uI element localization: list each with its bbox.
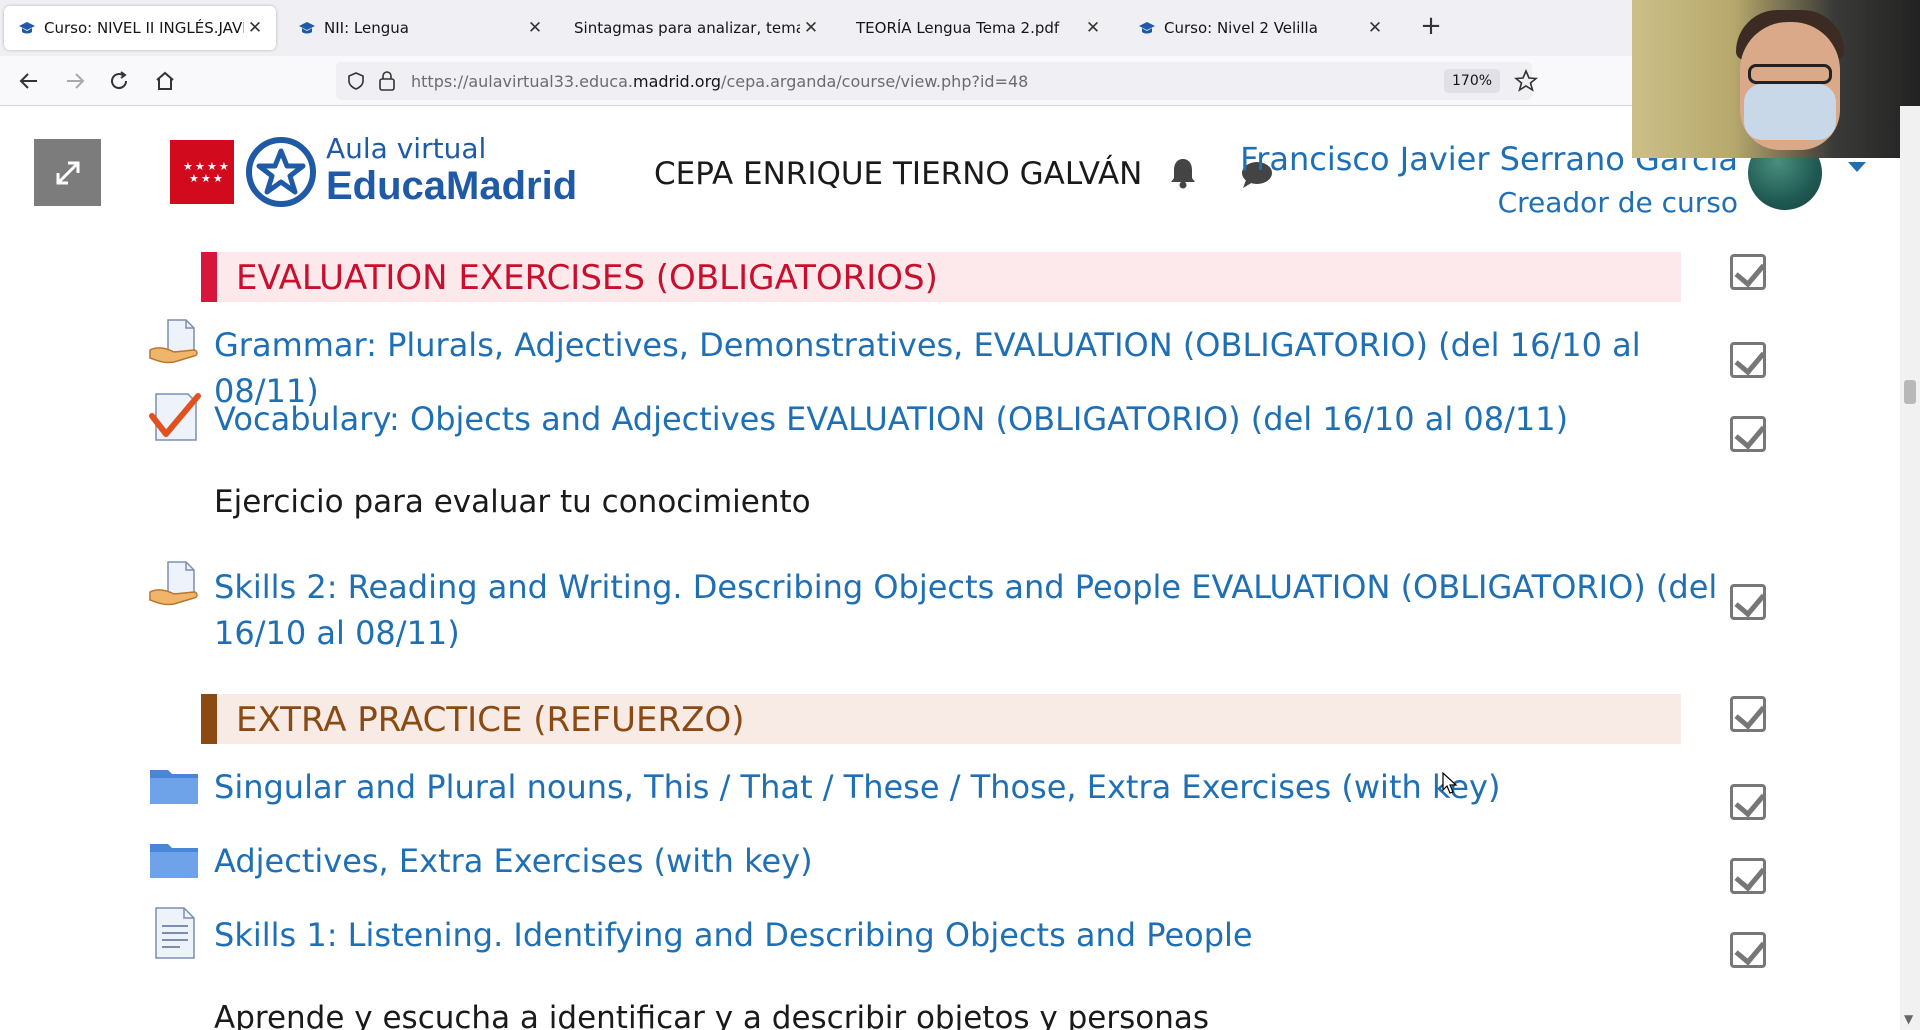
completion-checkbox[interactable]	[1730, 254, 1766, 290]
activity-description: Ejercicio para evaluar tu conocimiento	[214, 484, 811, 520]
tab-nii-lengua[interactable]: NII: Lengua ✕	[284, 6, 556, 50]
lock-icon[interactable]	[378, 70, 396, 92]
tab-title: Sintagmas para analizar, tema 2.pdf	[574, 19, 800, 37]
back-button[interactable]	[14, 66, 44, 96]
folder-icon	[150, 770, 198, 804]
activity-link[interactable]: Skills 1: Listening. Identifying and Des…	[214, 912, 1754, 958]
expand-arrows-icon	[56, 161, 79, 184]
completion-checkbox[interactable]	[1730, 416, 1766, 452]
user-role: Creador de curso	[1497, 186, 1738, 219]
reload-button[interactable]	[104, 66, 134, 96]
completion-checkbox[interactable]	[1730, 342, 1766, 378]
close-icon[interactable]: ✕	[800, 18, 822, 38]
tab-title: Curso: NIVEL II INGLÉS.JAVIER	[44, 19, 244, 37]
moodle-cap-icon	[19, 22, 35, 34]
stars-icon: ★ ★ ★ ★ ★ ★ ★	[183, 160, 229, 185]
activity-link[interactable]: Singular and Plural nouns, This / That /…	[214, 764, 1754, 810]
course-content: EVALUATION EXERCISES (OBLIGATORIOS) Gram…	[0, 240, 1900, 1030]
quiz-check-icon	[149, 393, 201, 441]
close-icon[interactable]: ✕	[244, 18, 266, 38]
svg-text:★: ★	[201, 172, 211, 185]
completion-checkbox[interactable]	[1730, 584, 1766, 620]
webcam-overlay	[1632, 0, 1920, 158]
comunidad-madrid-flag-logo[interactable]: ★ ★ ★ ★ ★ ★ ★	[170, 140, 234, 204]
completion-checkbox[interactable]	[1730, 932, 1766, 968]
url-bar[interactable]: https://aulavirtual33.educa.madrid.org/c…	[336, 62, 1538, 100]
activity-link[interactable]: Vocabulary: Objects and Adjectives EVALU…	[214, 396, 1754, 442]
star-bookmark-icon[interactable]	[1514, 69, 1538, 93]
mouse-cursor-icon	[1442, 772, 1458, 794]
svg-text:★: ★	[189, 172, 199, 185]
activity-description: Aprende y escucha a identificar y a desc…	[214, 1000, 1210, 1030]
tab-sintagmas-pdf[interactable]: Sintagmas para analizar, tema 2.pdf ✕	[560, 6, 832, 50]
site-header: ★ ★ ★ ★ ★ ★ ★ Aula virtual EducaMadrid CEPA E…	[0, 106, 1900, 240]
completion-checbox[interactable]	[1730, 696, 1766, 732]
tab-title: TEORÍA Lengua Tema 2.pdf	[856, 19, 1060, 37]
activity-link[interactable]: Adjectives, Extra Exercises (with key)	[214, 838, 1754, 884]
completion-checkbox[interactable]	[1730, 858, 1766, 894]
tab-nivel-ii-ingles[interactable]: Curso: NIVEL II INGLÉS.JAVIER ✕	[4, 6, 276, 50]
bell-icon[interactable]	[1168, 156, 1198, 190]
logo-subtitle: Aula virtual	[326, 132, 487, 165]
chevron-down-icon[interactable]	[1848, 162, 1866, 172]
forward-button[interactable]	[60, 66, 90, 96]
tab-teoria-pdf[interactable]: TEORÍA Lengua Tema 2.pdf ✕	[842, 6, 1114, 50]
section-label-evaluation: EVALUATION EXERCISES (OBLIGATORIOS)	[201, 252, 1681, 302]
arrow-left-icon	[19, 73, 37, 89]
school-name[interactable]: CEPA ENRIQUE TIERNO GALVÁN	[654, 156, 1142, 192]
assignment-hand-icon	[149, 561, 198, 606]
tab-title: NII: Lengua	[324, 19, 409, 37]
moodle-cap-icon	[299, 22, 315, 34]
home-icon	[156, 71, 174, 90]
section-bar	[201, 252, 217, 302]
chevron-down-icon[interactable]: ▼	[1904, 1012, 1913, 1026]
page-icon	[155, 907, 195, 959]
url-text[interactable]: https://aulavirtual33.educa.madrid.org/c…	[411, 72, 1028, 91]
arrow-right-icon	[67, 73, 85, 89]
assignment-hand-icon	[149, 319, 198, 364]
activity-link[interactable]: Skills 2: Reading and Writing. Describin…	[214, 564, 1754, 656]
moodle-cap-icon	[1139, 22, 1155, 34]
zoom-level-badge[interactable]: 170%	[1444, 69, 1501, 93]
educamadrid-logo-icon[interactable]	[246, 137, 316, 207]
section-bar	[201, 694, 217, 744]
section-title: EXTRA PRACTICE (REFUERZO)	[236, 700, 745, 740]
close-icon[interactable]: ✕	[1082, 18, 1104, 38]
reload-icon	[111, 71, 128, 90]
svg-text:★: ★	[213, 172, 223, 185]
tab-nivel-2-velilla[interactable]: Curso: Nivel 2 Velilla ✕	[1124, 6, 1396, 50]
new-tab-button[interactable]: +	[1416, 12, 1446, 42]
scrollbar-thumb[interactable]	[1904, 380, 1916, 404]
home-button[interactable]	[150, 66, 180, 96]
logo-title: EducaMadrid	[326, 164, 578, 208]
close-icon[interactable]: ✕	[524, 18, 546, 38]
completion-checkbox[interactable]	[1730, 784, 1766, 820]
fullscreen-button[interactable]	[34, 139, 101, 206]
section-title: EVALUATION EXERCISES (OBLIGATORIOS)	[236, 258, 938, 298]
close-icon[interactable]: ✕	[1364, 18, 1386, 38]
page-scrollbar[interactable]: ▼	[1900, 106, 1920, 1030]
tab-title: Curso: Nivel 2 Velilla	[1164, 19, 1318, 37]
shield-icon[interactable]	[346, 71, 366, 91]
section-label-extra-practice: EXTRA PRACTICE (REFUERZO)	[201, 694, 1681, 744]
folder-icon	[150, 844, 198, 878]
